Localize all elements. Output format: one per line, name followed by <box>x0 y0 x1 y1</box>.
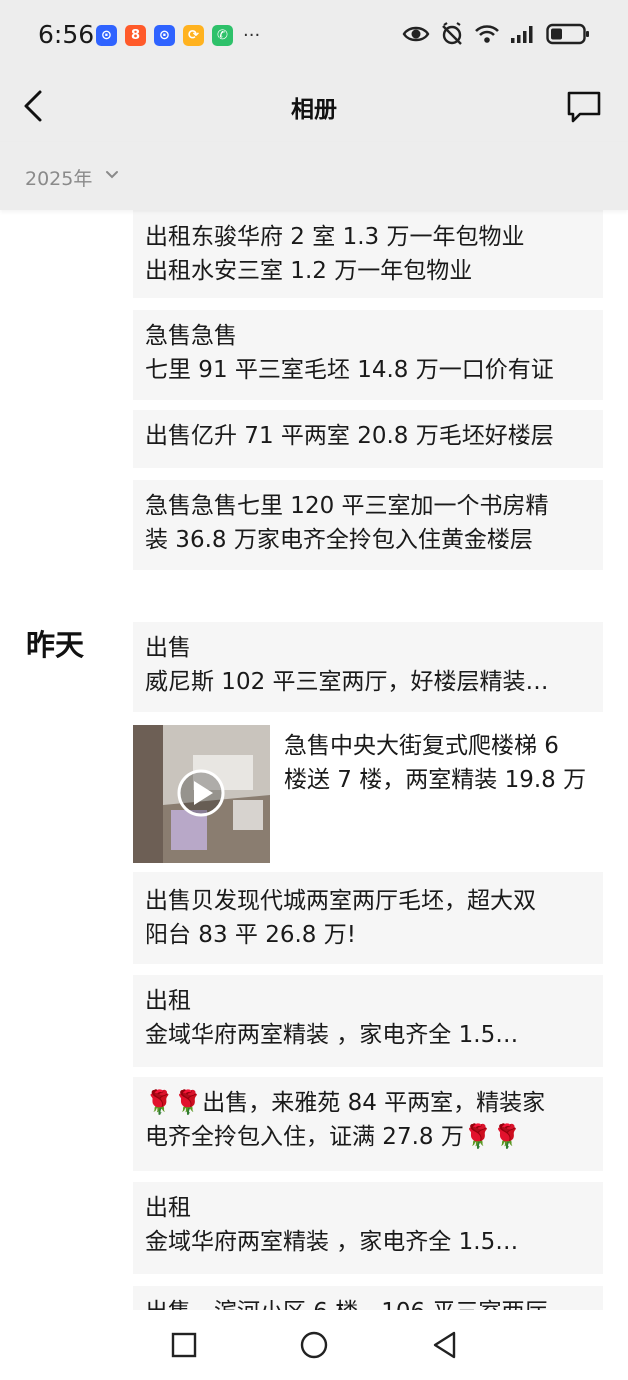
app-yellow-icon: ⟳ <box>183 25 204 46</box>
post-line: 威尼斯 102 平三室两厅，好楼层精装… <box>145 669 549 695</box>
signal-icon <box>511 26 533 43</box>
post-line: 急售急售 <box>145 323 237 349</box>
post-line: 🌹🌹出售，来雅苑 84 平两室，精装家 <box>145 1090 546 1116</box>
year-filter[interactable]: 2025年 <box>25 164 92 191</box>
post-line: 出售 <box>145 635 191 661</box>
text-post[interactable]: 出售亿升 71 平两室 20.8 万毛坯好楼层 <box>133 410 603 468</box>
post-line: 出售亿升 71 平两室 20.8 万毛坯好楼层 <box>145 423 554 449</box>
page-title: 相册 <box>291 97 337 123</box>
text-post[interactable]: 急售急售七里 120 平三室加一个书房精 装 36.8 万家电齐全拎包入住黄金楼… <box>133 480 603 570</box>
text-post[interactable]: 出租 金域华府两室精装 ，家电齐全 1.5… <box>133 1182 603 1274</box>
text-post[interactable]: 出售 威尼斯 102 平三室两厅，好楼层精装… <box>133 622 603 712</box>
nav-bar: 相册 <box>0 72 628 142</box>
phone-app-icon: ✆ <box>212 25 233 46</box>
wifi-icon <box>475 25 499 43</box>
video-caption: 急售中央大街复式爬楼梯 6 楼送 7 楼，两室精装 19.8 万 <box>284 729 604 797</box>
post-line: 出租东骏华府 2 室 1.3 万一年包物业 <box>145 224 525 250</box>
system-nav-bar <box>0 1310 628 1380</box>
alarm-off-icon <box>442 22 462 45</box>
text-post[interactable]: 出租东骏华府 2 室 1.3 万一年包物业 出租水安三室 1.2 万一年包物业 <box>133 210 603 298</box>
text-post[interactable]: 出售贝发现代城两室两厅毛坯，超大双 阳台 83 平 26.8 万! <box>133 872 603 964</box>
post-line: 楼送 7 楼，两室精装 19.8 万 <box>284 767 587 793</box>
back-nav-button[interactable] <box>430 1330 460 1360</box>
baidu-map-icon: ⊙ <box>96 25 117 46</box>
post-line: 出租 <box>145 1195 191 1221</box>
text-post[interactable]: 出售，滨河小区 6 楼，106 平三室两厅 <box>133 1286 603 1310</box>
eye-icon <box>402 26 430 42</box>
home-button[interactable] <box>299 1330 329 1360</box>
room-photo <box>133 725 270 863</box>
year-filter-bar: 2025年 <box>0 142 628 210</box>
status-bar: 6:56 ⊙ 8 ⊙ ⟳ ✆ ··· <box>0 0 628 72</box>
post-line: 七里 91 平三室毛坯 14.8 万一口价有证 <box>145 357 554 383</box>
post-line: 装 36.8 万家电齐全拎包入住黄金楼层 <box>145 527 533 553</box>
recent-apps-button[interactable] <box>169 1330 199 1360</box>
battery-icon <box>546 23 589 45</box>
video-thumbnail[interactable] <box>133 725 270 863</box>
system-icons <box>402 22 590 46</box>
baidu-map-icon-2: ⊙ <box>154 25 175 46</box>
more-notifications-icon: ··· <box>243 25 261 46</box>
text-post[interactable]: 急售急售 七里 91 平三室毛坯 14.8 万一口价有证 <box>133 310 603 400</box>
post-line: 出售，滨河小区 6 楼，106 平三室两厅 <box>145 1295 591 1310</box>
chevron-down-icon[interactable] <box>104 166 120 182</box>
album-feed[interactable]: 出租东骏华府 2 室 1.3 万一年包物业 出租水安三室 1.2 万一年包物业 … <box>0 210 628 1310</box>
post-line: 出租水安三室 1.2 万一年包物业 <box>145 258 473 284</box>
post-line: 金域华府两室精装 ，家电齐全 1.5… <box>145 1022 519 1048</box>
post-line: 急售中央大街复式爬楼梯 6 <box>284 733 559 759</box>
status-time: 6:56 <box>38 20 95 49</box>
post-line: 出租 <box>145 988 191 1014</box>
post-line: 阳台 83 平 26.8 万! <box>145 922 356 948</box>
text-post[interactable]: 🌹🌹出售，来雅苑 84 平两室，精装家 电齐全拎包入住，证满 27.8 万🌹🌹 <box>133 1077 603 1171</box>
post-line: 急售急售七里 120 平三室加一个书房精 <box>145 493 549 519</box>
date-label: 昨天 <box>26 628 85 662</box>
text-post[interactable]: 出租 金域华府两室精装 ，家电齐全 1.5… <box>133 975 603 1067</box>
notification-icons: ⊙ 8 ⊙ ⟳ ✆ ··· <box>96 25 260 46</box>
comment-icon[interactable] <box>566 90 602 124</box>
video-post[interactable]: 急售中央大街复式爬楼梯 6 楼送 7 楼，两室精装 19.8 万 <box>133 725 613 863</box>
post-line: 出售贝发现代城两室两厅毛坯，超大双 <box>145 888 536 914</box>
app-orange-icon: 8 <box>125 25 146 46</box>
post-line: 电齐全拎包入住，证满 27.8 万🌹🌹 <box>145 1124 522 1150</box>
post-line: 金域华府两室精装 ，家电齐全 1.5… <box>145 1229 519 1255</box>
